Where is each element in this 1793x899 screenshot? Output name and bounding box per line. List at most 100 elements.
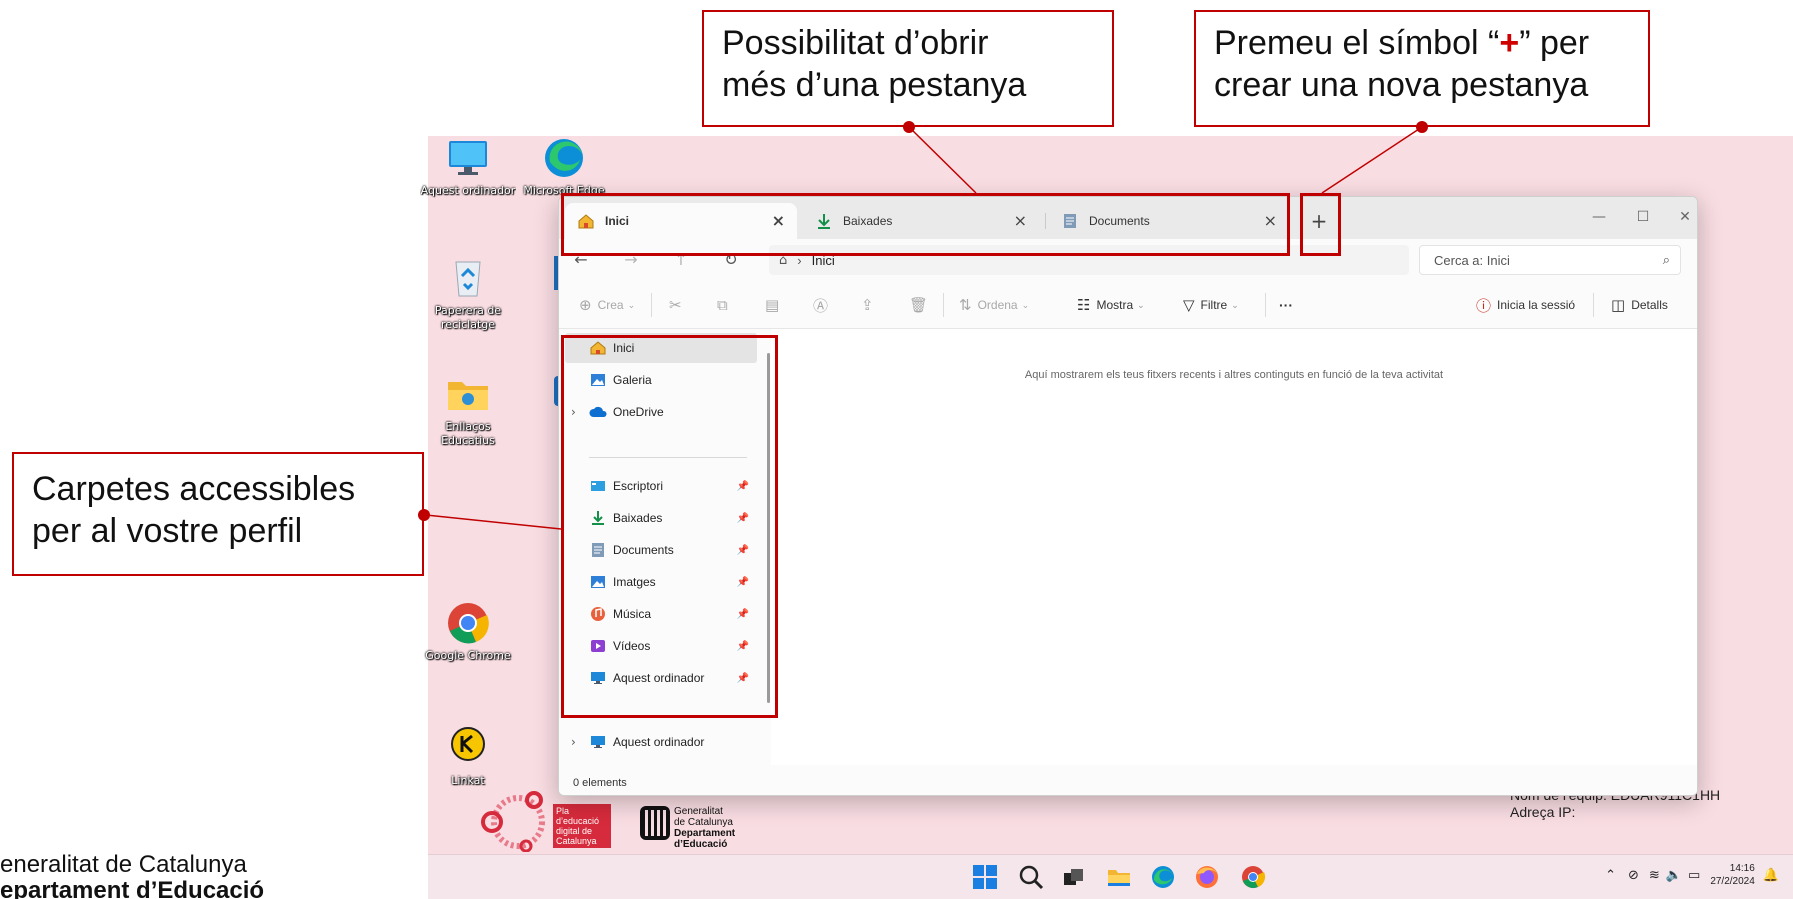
chrome-icon[interactable] [1240, 864, 1266, 890]
newtab-callout-line: crear una nova pestanya [1214, 66, 1589, 104]
gencat-line: d’Educació [674, 839, 728, 850]
search-icon[interactable] [1018, 864, 1044, 890]
clock[interactable]: 14:16 27/2/2024 [1710, 862, 1755, 888]
new-button[interactable]: ⊕ Crea ⌄ [579, 294, 635, 316]
desktop-icon-edge[interactable]: Microsoft Edge [516, 136, 612, 198]
desktop-icon-chrome[interactable]: Google Chrome [420, 601, 516, 663]
pla-line: digital de [556, 826, 593, 836]
chevron-down-icon: ⌄ [1021, 299, 1030, 310]
chevron-up-icon[interactable]: ⌃ [1605, 868, 1616, 883]
rename-button[interactable]: Ⓐ [813, 294, 834, 316]
pla-line: Pla [556, 806, 570, 816]
filter-button[interactable]: ▽ Filtre ⌄ [1183, 294, 1239, 316]
navpane-highlight [561, 335, 778, 718]
plus-symbol: + [1499, 24, 1520, 62]
newtab-text: Premeu el símbol “ [1214, 24, 1500, 62]
view-icon: ☷ [1077, 296, 1091, 314]
newtab-callout: Premeu el símbol “+” per crear una nova … [1194, 10, 1650, 127]
folder-icon [446, 372, 490, 416]
toolbar-separator [651, 293, 652, 317]
chevron-down-icon: ⌄ [1137, 299, 1145, 310]
gencat-line: Generalitat [674, 806, 723, 817]
desktop-icon-recycle-bin[interactable]: Paperera de reciclatge [420, 256, 516, 332]
desktop-icon-this-pc[interactable]: Aquest ordinador [420, 136, 516, 198]
gencat-line: Departament [674, 828, 736, 839]
brand-line: eneralitat de Catalunya [0, 851, 247, 878]
command-bar: ⊕ Crea ⌄ ✂ ⧉ ▤ Ⓐ ⇪ 🗑 ⇅ Ordena ⌄ ☷ Mostra ⌄ ▽ Fi… [559, 281, 1697, 329]
gencat-line: de Catalunya [674, 817, 733, 828]
clock-time: 14:16 [1729, 863, 1755, 874]
desktop-icon-linkat[interactable]: Linkat [420, 726, 516, 788]
volume-icon[interactable]: 🔈 [1666, 868, 1682, 883]
tabs-callout-line: Possibilitat d’obrir [722, 24, 989, 62]
start-button[interactable] [972, 864, 998, 890]
newtab-callout-dot [1416, 121, 1428, 133]
cut-button[interactable]: ✂ [669, 294, 688, 316]
pla-line: Catalunya [556, 836, 597, 846]
desktop-icon-enllacos[interactable]: Enllaços Educatius [420, 372, 516, 448]
more-options-button[interactable]: ··· [1279, 294, 1293, 316]
brand-footer: eneralitat de Catalunya epartament d’Edu… [0, 852, 264, 899]
tabs-highlight [561, 193, 1290, 256]
sort-button[interactable]: ⇅ Ordena ⌄ [959, 294, 1029, 316]
monitor-icon [446, 136, 490, 180]
ip-address: Adreça IP: [1510, 804, 1576, 820]
paste-icon: ▤ [765, 296, 780, 314]
monitor-icon [589, 734, 607, 750]
sort-icon: ⇅ [959, 296, 972, 314]
rename-icon: Ⓐ [813, 296, 829, 315]
pla-line: d’educació [556, 816, 600, 826]
nav-item-aquest-ordinador[interactable]: › Aquest ordinador [565, 727, 757, 757]
recycle-bin-icon [446, 256, 490, 300]
close-window-button[interactable]: ✕ [1665, 203, 1697, 231]
folders-callout-dot [418, 509, 430, 521]
toolbar-separator [1265, 293, 1266, 317]
linkat-icon [446, 726, 490, 770]
wifi-icon[interactable]: ≋ [1649, 868, 1660, 883]
details-pane-icon: ◫ [1611, 296, 1626, 314]
signin-label: Inicia la sessió [1497, 298, 1576, 312]
delete-button[interactable]: 🗑 [909, 294, 934, 316]
task-view-icon[interactable] [1060, 864, 1086, 890]
desktop-icon-label: Paperera de reciclatge [434, 304, 502, 331]
system-tray: ⌃ ⊘ ≋ 🔈 ▭ 14:16 27/2/2024 🔔 [1605, 862, 1779, 888]
content-area: Aquí mostrarem els teus fitxers recents … [771, 329, 1697, 765]
item-count: 0 elements [573, 777, 627, 789]
details-label: Detalls [1631, 298, 1668, 312]
edge-icon[interactable] [1150, 864, 1176, 890]
toolbar-separator [1593, 293, 1594, 317]
minimize-button[interactable]: — [1579, 203, 1619, 231]
copy-icon: ⧉ [717, 296, 728, 314]
notification-bell-icon[interactable]: 🔔 [1763, 868, 1779, 883]
details-button[interactable]: ◫ Detalls [1611, 294, 1668, 316]
search-icon: ⌕ [1662, 252, 1670, 267]
battery-icon[interactable]: ▭ [1688, 868, 1700, 883]
newtab-highlight [1300, 193, 1341, 256]
search-input[interactable]: Cerca a: Inici ⌕ [1419, 245, 1681, 275]
newtab-callout-line: Premeu el símbol “+” per [1214, 22, 1630, 64]
search-placeholder: Cerca a: Inici [1434, 252, 1510, 268]
chevron-right-icon[interactable]: › [571, 735, 576, 749]
firefox-icon[interactable] [1194, 864, 1220, 890]
pla-educacio-logo [478, 790, 558, 853]
copy-button[interactable]: ⧉ [717, 294, 734, 316]
maximize-button[interactable]: ☐ [1623, 203, 1663, 231]
view-button[interactable]: ☷ Mostra ⌄ [1077, 294, 1145, 316]
tabs-callout-dot [903, 121, 915, 133]
nav-label: Aquest ordinador [613, 735, 705, 749]
paste-button[interactable]: ▤ [765, 294, 785, 316]
file-explorer-icon[interactable] [1106, 864, 1132, 890]
onedrive-sync-icon[interactable]: ⊘ [1628, 868, 1639, 883]
view-label: Mostra [1096, 298, 1134, 312]
filter-icon: ▽ [1183, 296, 1195, 314]
filter-label: Filtre [1200, 298, 1228, 312]
share-button[interactable]: ⇪ [861, 294, 880, 316]
scissors-icon: ✂ [669, 296, 682, 314]
folders-callout-line: Carpetes accessibles [32, 470, 356, 508]
tabs-callout-line: més d’una pestanya [722, 66, 1027, 104]
signin-button[interactable]: ⓘ Inicia la sessió [1476, 294, 1575, 316]
folders-callout-line: per al vostre perfil [32, 512, 303, 550]
desktop-icon-label: Aquest ordinador [420, 184, 516, 197]
empty-state-message: Aquí mostrarem els teus fitxers recents … [1024, 369, 1444, 381]
chevron-down-icon: ⌄ [627, 299, 636, 310]
